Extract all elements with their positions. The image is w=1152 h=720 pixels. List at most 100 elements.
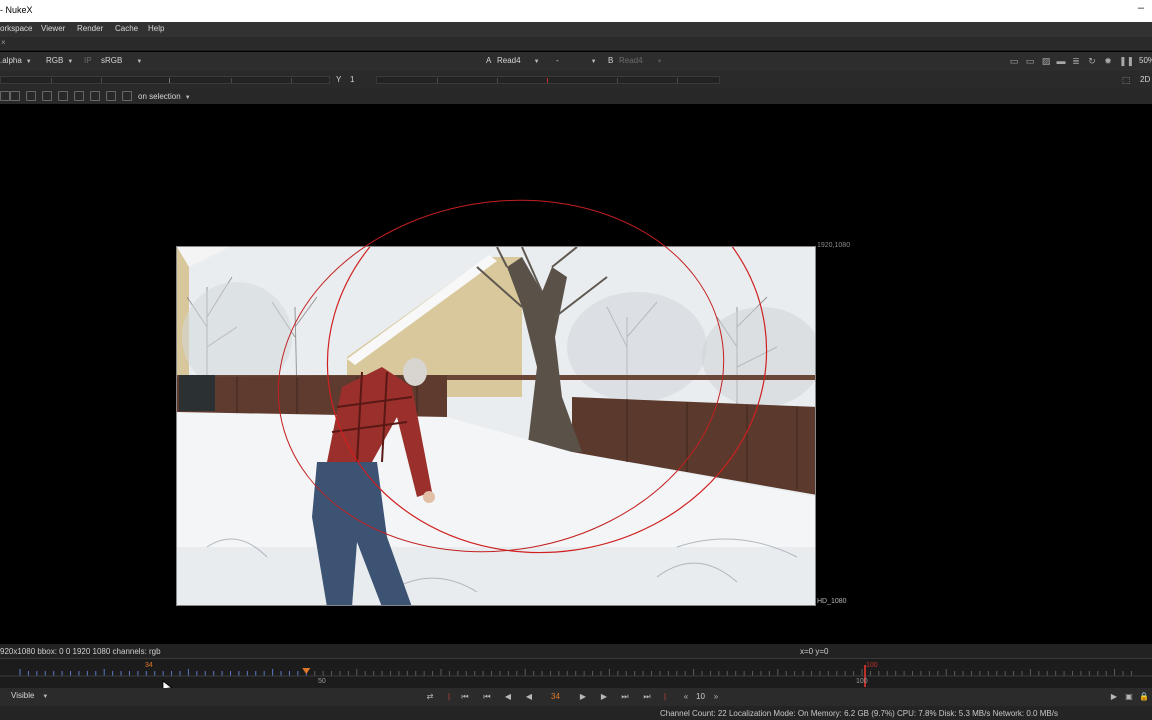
zoom-dropdown[interactable]: 50% (1139, 56, 1152, 65)
tool-rotate-icon[interactable] (26, 91, 36, 101)
tool-add-icon[interactable] (106, 91, 116, 101)
previous-increment-icon[interactable]: ◀ (502, 691, 514, 703)
chevron-down-icon: ▼ (184, 95, 191, 101)
viewer-toolbar-row-2: Y 1 ⬚ 2D (0, 71, 1152, 89)
current-frame-marker-label: 34 (145, 662, 153, 669)
status-bar: Channel Count: 22 Localization Mode: On … (0, 706, 1152, 720)
chevron-down-icon: ▼ (42, 694, 49, 700)
tool-select-icon[interactable] (0, 91, 10, 101)
visible-dropdown[interactable]: Visible ▼ (11, 691, 48, 700)
snow-scene-image (177, 247, 815, 605)
viewer-toolbar-row-3: on selection ▼ (0, 89, 1152, 104)
chevron-down-icon: ▼ (533, 59, 540, 65)
gamma-label: Y (336, 75, 342, 84)
slider-tick (169, 78, 170, 83)
roi-icon[interactable]: ▭ (1009, 56, 1019, 66)
end-frame-marker-label: 100 (866, 662, 878, 669)
compare-operation-dropdown[interactable]: - ▼ (556, 56, 597, 65)
in-point-icon[interactable]: | (443, 691, 455, 703)
flipbook-icon[interactable]: ▶ (1108, 691, 1120, 703)
current-frame-marker (302, 668, 311, 674)
colorspace-value: sRGB (101, 56, 123, 65)
gamma-slider[interactable] (376, 76, 720, 84)
menu-bar: orkspace Viewer Render Cache Help (0, 22, 1152, 37)
format-top-label: 1920,1080 (817, 242, 851, 249)
timeline-mark-100: 100 (856, 678, 868, 685)
view-mode-dropdown[interactable]: 2D (1140, 75, 1150, 84)
chevron-down-icon: ▼ (25, 59, 32, 65)
step-forward-icon[interactable]: ▶ (598, 691, 610, 703)
last-frame-icon[interactable]: ⏭ (641, 691, 653, 703)
slider-tick (101, 78, 102, 83)
input-b-value: Read4 (619, 56, 643, 65)
roi-mode-dropdown[interactable]: on selection ▼ (138, 92, 191, 101)
gamma-field[interactable]: 1 (350, 75, 354, 84)
out-point-icon[interactable]: | (659, 691, 671, 703)
menu-workspace[interactable]: orkspace (0, 24, 32, 33)
viewer-image-frame[interactable] (176, 246, 816, 606)
input-process-toggle[interactable]: IP (84, 56, 92, 65)
tool-transform-icon[interactable] (10, 91, 20, 101)
lut-icon[interactable]: ≣ (1071, 56, 1081, 66)
input-a-dropdown[interactable]: Read4 ▼ (497, 56, 540, 65)
menu-cache[interactable]: Cache (115, 24, 138, 33)
current-frame-field[interactable]: 34 (551, 692, 560, 701)
slider-tick (231, 78, 232, 83)
minimize-button[interactable]: – (1138, 2, 1144, 14)
viewer-tab-strip: × (0, 37, 1152, 51)
cursor-coords-text: x=0 y=0 (800, 647, 829, 656)
window-title: - NukeX (0, 5, 33, 15)
channel-layer-dropdown[interactable]: .alpha ▼ (0, 56, 32, 65)
slider-tick (617, 78, 618, 83)
transport-bar: Visible ▼ ⇄ | ⏮ ⏮ ◀ ◀ 34 ▶ ▶ ⏭ ⏭ | « 10 »… (0, 688, 1152, 706)
play-forward-icon[interactable]: ▶ (577, 691, 589, 703)
step-back-icon[interactable]: ◀ (523, 691, 535, 703)
roi-mode-value: on selection (138, 92, 181, 101)
colorspace-dropdown[interactable]: sRGB ▼ (101, 56, 142, 65)
channel-layer-value: .alpha (0, 56, 22, 65)
render-icon[interactable]: ▣ (1123, 691, 1135, 703)
gain-slider[interactable] (0, 76, 330, 84)
refresh-icon[interactable]: ↻ (1087, 56, 1097, 66)
viewer-info-bar: 920x1080 bbox: 0 0 1920 1080 channels: r… (0, 644, 1152, 658)
next-keyframe-icon[interactable]: ⏭ (619, 691, 631, 703)
tool-remove-icon[interactable] (122, 91, 132, 101)
chevron-down-icon: ▼ (656, 59, 663, 65)
input-a-label: A (486, 56, 492, 65)
slider-tick (547, 78, 548, 83)
status-text: Channel Count: 22 Localization Mode: On … (660, 709, 1058, 718)
pause-icon[interactable]: ❚❚ (1119, 56, 1134, 66)
menu-render[interactable]: Render (77, 24, 103, 33)
skip-forward-increment-icon[interactable]: » (710, 691, 722, 703)
frame-icon[interactable]: ⬚ (1121, 75, 1131, 85)
channel-mode-dropdown[interactable]: RGB ▼ (46, 56, 73, 65)
increment-field[interactable]: 10 (696, 692, 705, 701)
previous-keyframe-icon[interactable]: ⏮ (481, 691, 493, 703)
wipe-icon[interactable]: ▬ (1056, 56, 1066, 66)
slider-tick (437, 78, 438, 83)
playback-mode-icon[interactable]: ⇄ (424, 691, 436, 703)
proxy-icon[interactable]: ✹ (1103, 56, 1113, 66)
tool-skew-icon[interactable] (58, 91, 68, 101)
mask-overlay-icon[interactable]: ▭ (1025, 56, 1035, 66)
menu-viewer[interactable]: Viewer (41, 24, 65, 33)
lock-icon[interactable]: 🔒 (1138, 691, 1150, 703)
close-tab-icon[interactable]: × (1, 38, 6, 47)
channel-mode-value: RGB (46, 56, 64, 65)
tool-point-icon[interactable] (74, 91, 84, 101)
input-b-dropdown[interactable]: Read4 ▼ (619, 56, 663, 65)
menu-help[interactable]: Help (148, 24, 164, 33)
timeline-mark-50: 50 (318, 678, 326, 685)
slider-tick (497, 78, 498, 83)
slider-tick (677, 78, 678, 83)
first-frame-icon[interactable]: ⏮ (459, 691, 471, 703)
chevron-down-icon: ▼ (136, 59, 143, 65)
format-bottom-label: HD_1080 (817, 598, 847, 605)
tool-scale-icon[interactable] (42, 91, 52, 101)
clipping-warning-icon[interactable]: ▨ (1041, 56, 1051, 66)
tool-feather-icon[interactable] (90, 91, 100, 101)
skip-back-increment-icon[interactable]: « (680, 691, 692, 703)
image-info-text: 920x1080 bbox: 0 0 1920 1080 channels: r… (0, 647, 161, 656)
input-b-label: B (608, 56, 614, 65)
chevron-down-icon: ▼ (590, 59, 597, 65)
